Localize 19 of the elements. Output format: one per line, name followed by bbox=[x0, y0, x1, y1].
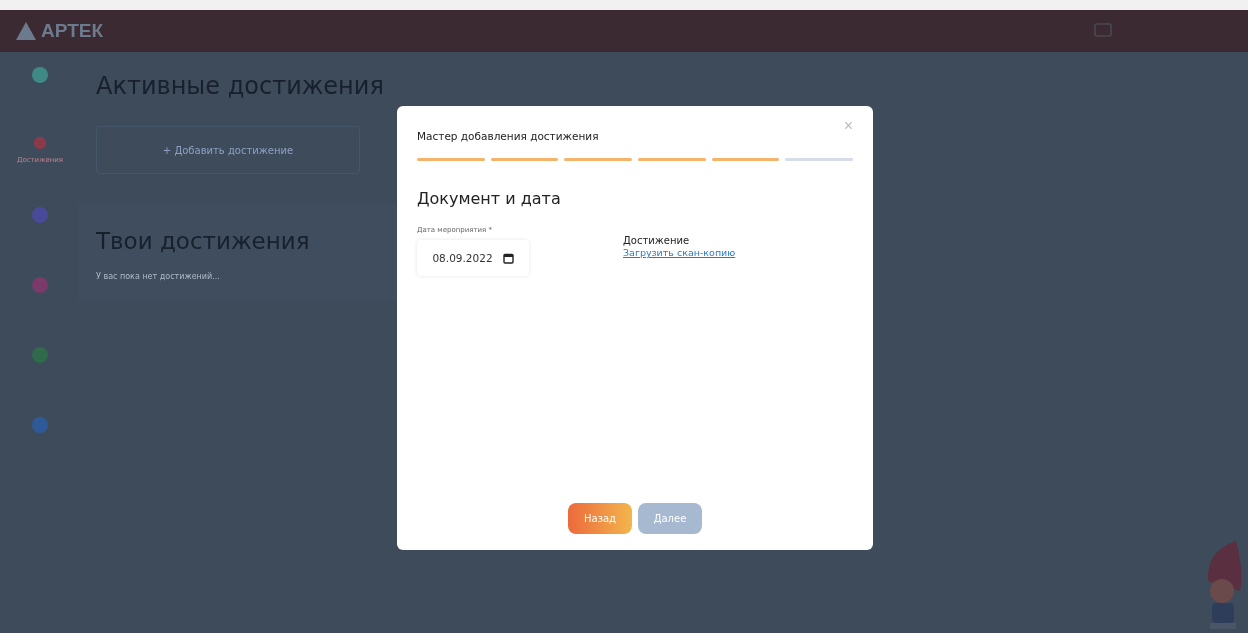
upload-link[interactable]: Загрузить скан-копию bbox=[623, 247, 736, 258]
add-achievement-button[interactable]: + Добавить достижение bbox=[96, 126, 360, 174]
empty-message: У вас пока нет достижений... bbox=[96, 272, 220, 281]
calendar-icon[interactable] bbox=[502, 252, 514, 264]
date-field[interactable]: 08.09.2022 bbox=[417, 240, 529, 276]
dialog-title: Мастер добавления достижения bbox=[417, 130, 599, 142]
field-label: Достижение bbox=[623, 235, 691, 246]
sidebar-icon[interactable] bbox=[31, 346, 49, 364]
sidebar-icon[interactable] bbox=[31, 136, 49, 150]
logo-icon bbox=[16, 22, 36, 40]
step-heading: Документ и дата bbox=[417, 189, 562, 208]
back-button[interactable]: Назад bbox=[568, 503, 632, 534]
picture-icon[interactable] bbox=[1094, 22, 1112, 37]
sidebar-icon[interactable] bbox=[31, 66, 49, 84]
sidebar-icon[interactable] bbox=[31, 416, 49, 434]
logo-text: АРТЕК bbox=[41, 20, 104, 42]
close-button[interactable]: × bbox=[843, 118, 853, 134]
sidebar-icon[interactable] bbox=[31, 206, 49, 224]
sidebar-icon[interactable] bbox=[31, 276, 49, 294]
